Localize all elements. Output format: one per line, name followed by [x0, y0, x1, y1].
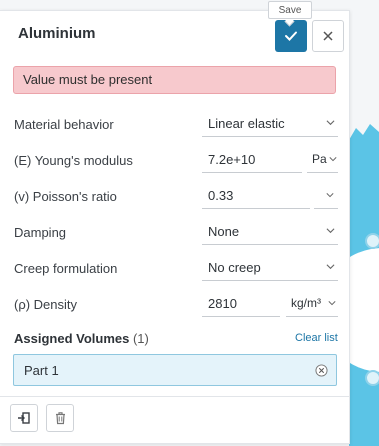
import-icon — [18, 412, 30, 424]
import-button[interactable] — [10, 404, 38, 432]
chevron-down-icon — [329, 157, 337, 162]
input-value: 7.2e+10 — [208, 152, 256, 167]
close-button[interactable] — [312, 20, 344, 52]
select-value: None — [208, 224, 240, 239]
panel-title: Aluminium — [18, 25, 96, 42]
delete-button[interactable] — [46, 404, 74, 432]
select-value: No creep — [208, 260, 261, 275]
material-panel: Aluminium Save Value must be present Mat… — [0, 1, 350, 444]
poissons-ratio-unit-select[interactable] — [314, 183, 338, 209]
property-label: (E) Young's modulus — [14, 153, 133, 168]
property-label: Damping — [14, 225, 67, 240]
assigned-volume-item[interactable]: Part 1 — [13, 354, 337, 386]
gear-hole — [365, 233, 379, 249]
density-input[interactable]: 2810 — [202, 291, 280, 317]
assigned-volumes-heading: Assigned Volumes (1) — [14, 331, 149, 346]
damping-select[interactable]: None — [202, 219, 338, 245]
property-row-damping: Damping None — [0, 219, 349, 249]
property-row-density: (ρ) Density 2810 kg/m³ — [0, 291, 349, 321]
app-stage: Aluminium Save Value must be present Mat… — [0, 0, 379, 446]
unit-value: kg/m³ — [291, 296, 321, 310]
youngs-modulus-input[interactable]: 7.2e+10 — [202, 147, 302, 173]
panel-header: Aluminium Save — [0, 1, 349, 57]
poissons-ratio-input[interactable]: 0.33 — [202, 183, 310, 209]
youngs-modulus-unit-select[interactable]: Pa — [307, 147, 338, 173]
property-label: (v) Poisson's ratio — [14, 189, 117, 204]
density-unit-select[interactable]: kg/m³ — [286, 291, 338, 317]
chevron-down-icon — [326, 264, 335, 270]
material-behavior-select[interactable]: Linear elastic — [202, 111, 338, 137]
save-tooltip: Save — [268, 1, 312, 19]
property-row-poissons-ratio: (v) Poisson's ratio 0.33 — [0, 183, 349, 213]
chevron-down-icon — [326, 120, 335, 126]
chevron-down-icon — [326, 228, 335, 234]
clear-list-link[interactable]: Clear list — [295, 332, 338, 344]
validation-alert: Value must be present — [13, 66, 336, 94]
property-row-material-behavior: Material behavior Linear elastic — [0, 111, 349, 141]
close-icon — [323, 31, 333, 41]
input-value: 2810 — [208, 296, 237, 311]
unit-value: Pa — [312, 152, 327, 166]
property-label: Material behavior — [14, 117, 114, 132]
panel-footer — [0, 396, 349, 444]
checkmark-icon — [285, 31, 297, 41]
trash-icon — [55, 412, 65, 425]
remove-circle-icon[interactable] — [315, 364, 328, 377]
assigned-volumes-count: (1) — [132, 331, 149, 346]
property-row-creep-formulation: Creep formulation No creep — [0, 255, 349, 285]
select-value: Linear elastic — [208, 116, 285, 131]
assigned-volumes-label: Assigned Volumes — [14, 331, 130, 346]
property-row-youngs-modulus: (E) Young's modulus 7.2e+10 Pa — [0, 147, 349, 177]
assigned-volume-label: Part 1 — [24, 363, 59, 378]
creep-formulation-select[interactable]: No creep — [202, 255, 338, 281]
property-label: Creep formulation — [14, 261, 118, 276]
property-label: (ρ) Density — [14, 297, 78, 312]
chevron-down-icon — [328, 301, 336, 306]
input-value: 0.33 — [208, 188, 234, 203]
chevron-down-icon — [326, 193, 334, 198]
gear-hole — [365, 370, 379, 386]
